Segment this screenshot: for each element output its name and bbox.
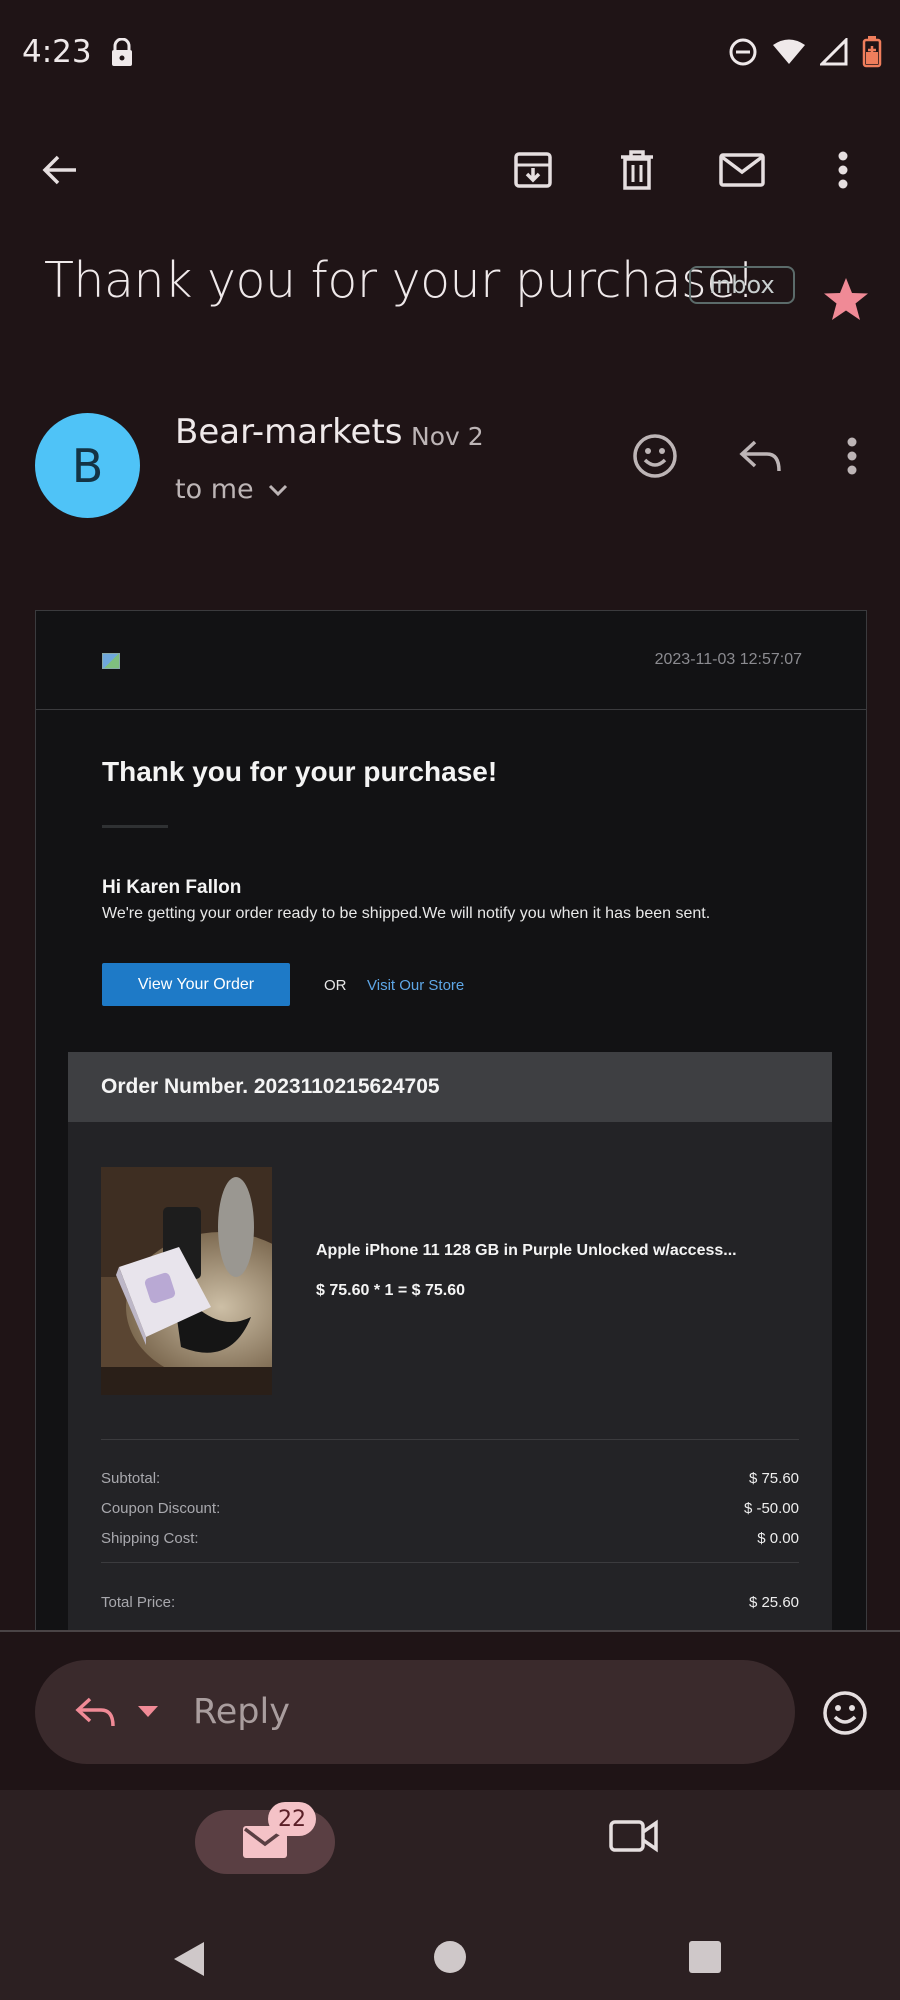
sender-avatar[interactable]: B [35, 413, 140, 518]
archive-icon [514, 152, 552, 188]
email-toolbar [0, 130, 900, 210]
email-subject: Thank you for your purchase! [44, 252, 755, 309]
greeting: Hi Karen Fallon [102, 877, 242, 898]
chevron-down-icon [268, 484, 287, 496]
visit-store-link[interactable]: Visit Our Store [367, 977, 464, 994]
emoji-icon [823, 1691, 867, 1735]
recipient-details-toggle[interactable]: to me [175, 474, 288, 505]
back-button[interactable] [32, 142, 88, 198]
view-order-button[interactable]: View Your Order [102, 963, 290, 1006]
wifi-icon [772, 38, 806, 71]
more-vert-icon [847, 437, 857, 475]
signal-icon [818, 36, 848, 71]
email-body: 2023-11-03 12:57:07 Thank you for your p… [35, 610, 867, 1632]
summary-row-subtotal: Subtotal: $ 75.60 [101, 1470, 799, 1487]
emoji-button[interactable] [822, 1690, 868, 1741]
video-icon [609, 1819, 658, 1853]
mark-unread-button[interactable] [714, 142, 770, 198]
reply-icon [75, 1697, 115, 1727]
reply-icon [739, 440, 781, 472]
react-emoji-button[interactable] [627, 428, 683, 484]
store-logo-image [102, 653, 120, 669]
home-circle-icon [434, 1941, 466, 1973]
system-recents-button[interactable] [688, 1940, 722, 1979]
product-image[interactable] [101, 1167, 272, 1395]
message-more-button[interactable] [824, 428, 880, 484]
status-icons [728, 36, 882, 73]
body-title: Thank you for your purchase! [102, 756, 498, 787]
bottom-navigation: 22 [0, 1790, 900, 2000]
summary-label: Subtotal: [101, 1470, 161, 1487]
summary-label: Shipping Cost: [101, 1530, 199, 1547]
email-body-header: 2023-11-03 12:57:07 [36, 611, 866, 710]
delete-button[interactable] [609, 142, 665, 198]
reply-options-dropdown[interactable] [137, 1705, 159, 1719]
total-divider [101, 1562, 799, 1563]
product-name[interactable]: Apple iPhone 11 128 GB in Purple Unlocke… [316, 1242, 737, 1260]
more-vert-icon [838, 151, 848, 189]
lock-icon [110, 37, 134, 73]
unread-count-badge: 22 [268, 1802, 316, 1836]
summary-row-coupon: Coupon Discount: $ -50.00 [101, 1500, 799, 1517]
shipping-message: We're getting your order ready to be shi… [102, 905, 711, 922]
back-triangle-icon [174, 1942, 204, 1976]
product-price: $ 75.60 * 1 = $ 75.60 [316, 1282, 466, 1299]
system-home-button[interactable] [433, 1940, 467, 1979]
summary-value: $ 0.00 [757, 1530, 799, 1547]
archive-button[interactable] [505, 142, 561, 198]
total-value: $ 25.60 [748, 1594, 799, 1611]
emoji-icon [633, 434, 677, 478]
email-date: Nov 2 [411, 422, 484, 451]
recents-square-icon [689, 1941, 721, 1973]
summary-value: $ -50.00 [743, 1500, 799, 1517]
more-options-button[interactable] [815, 142, 871, 198]
reply-bar: Reply [0, 1630, 900, 1790]
or-separator: OR [324, 977, 347, 994]
summary-value: $ 75.60 [748, 1470, 799, 1487]
total-label: Total Price: [101, 1594, 176, 1611]
dnd-icon [728, 37, 758, 72]
battery-icon [862, 36, 882, 73]
star-icon[interactable] [822, 276, 870, 327]
sender-name: Bear-markets [175, 412, 403, 452]
title-divider [102, 825, 168, 828]
reply-composer[interactable]: Reply [35, 1660, 795, 1764]
status-time: 4:23 [22, 34, 92, 70]
order-timestamp: 2023-11-03 12:57:07 [654, 651, 802, 668]
status-bar: 4:23 [0, 0, 900, 108]
order-summary: Order Number. 2023110215624705 Apple iPh… [68, 1052, 832, 1632]
system-back-button[interactable] [172, 1940, 206, 1983]
trash-icon [621, 150, 653, 190]
summary-divider [101, 1439, 799, 1440]
inbox-label-chip[interactable]: Inbox [689, 266, 795, 304]
order-number: Order Number. 2023110215624705 [68, 1052, 832, 1122]
recipient-label: to me [175, 474, 254, 505]
reply-placeholder: Reply [193, 1692, 290, 1732]
summary-row-total: Total Price: $ 25.60 [101, 1594, 799, 1611]
summary-row-shipping: Shipping Cost: $ 0.00 [101, 1530, 799, 1547]
back-arrow-icon [42, 155, 76, 185]
mail-icon [719, 153, 765, 187]
reply-button[interactable] [733, 428, 789, 484]
meet-tab[interactable] [608, 1816, 660, 1861]
summary-label: Coupon Discount: [101, 1500, 221, 1517]
